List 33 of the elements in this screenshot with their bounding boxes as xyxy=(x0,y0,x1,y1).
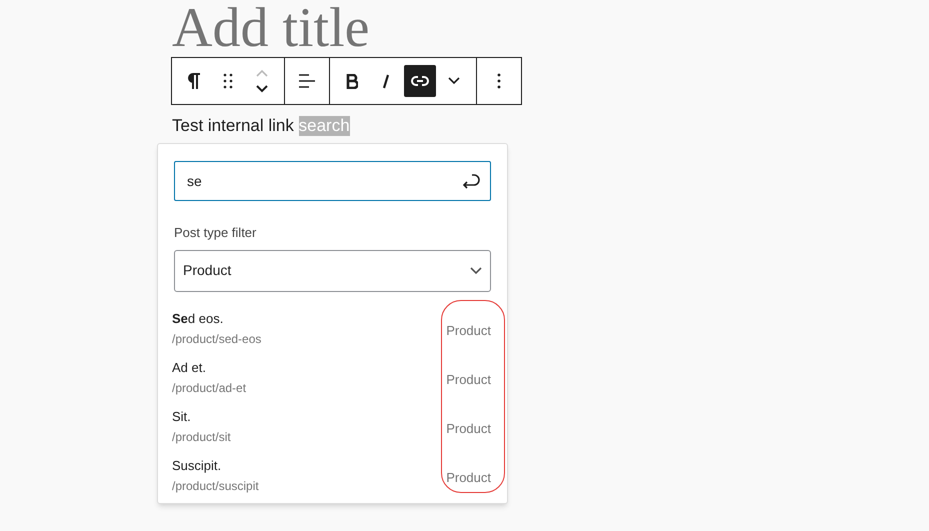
link-icon xyxy=(411,75,429,87)
bold-icon xyxy=(346,74,358,88)
filter-label: Post type filter xyxy=(174,224,256,242)
result-url: /product/sit xyxy=(172,430,231,444)
chevron-down-icon xyxy=(470,266,482,274)
search-result[interactable]: Sit. /product/sit Product xyxy=(172,402,493,450)
enter-icon[interactable] xyxy=(461,172,481,190)
result-title: Sit. xyxy=(172,408,192,424)
result-url: /product/suscipit xyxy=(172,478,259,492)
paragraph-icon xyxy=(187,72,201,90)
result-type: Product xyxy=(446,469,491,488)
link-search-field[interactable]: se xyxy=(174,161,491,201)
result-url: /product/sed-eos xyxy=(172,332,262,346)
post-type-select[interactable]: Product xyxy=(174,250,491,292)
drag-handle-icon xyxy=(223,73,233,89)
result-title: Ad et. xyxy=(172,360,207,376)
search-result[interactable]: Suscipit. /product/suscipit Product xyxy=(172,450,493,500)
search-result[interactable]: Sed eos. /product/sed-eos Product xyxy=(172,304,493,352)
italic-icon xyxy=(382,74,390,88)
result-type: Product xyxy=(446,322,491,340)
result-url: /product/ad-et xyxy=(172,380,246,394)
selected-text: search xyxy=(298,116,350,136)
result-type: Product xyxy=(446,371,491,390)
more-options-icon xyxy=(497,73,501,89)
result-type: Product xyxy=(446,420,491,438)
chevron-down-icon xyxy=(448,77,460,85)
search-result[interactable]: Ad et. /product/ad-et Product xyxy=(172,352,493,402)
align-left-icon xyxy=(298,74,316,88)
toolbar-button[interactable] xyxy=(404,65,436,97)
paragraph-text: Test internal link xyxy=(172,116,295,136)
result-title: Suscipit. xyxy=(172,458,222,474)
result-title: Sed eos. xyxy=(172,310,224,326)
title-placeholder[interactable]: Add title xyxy=(172,0,370,66)
